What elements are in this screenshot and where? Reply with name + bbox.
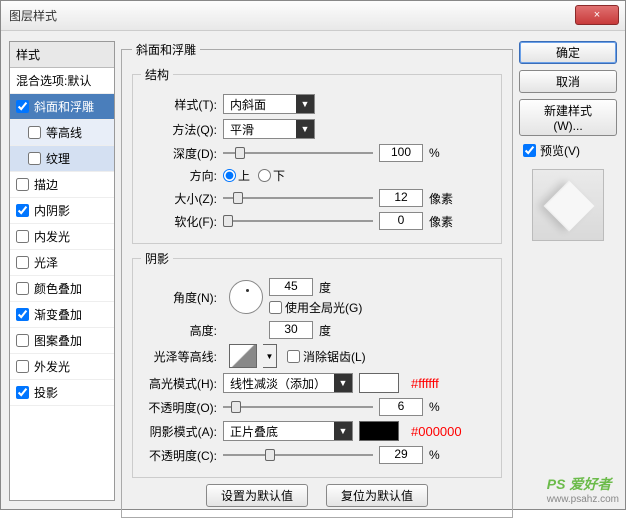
cancel-button[interactable]: 取消 (519, 70, 617, 93)
gloss-contour-picker[interactable] (229, 344, 257, 368)
antialias-checkbox[interactable]: 消除锯齿(L) (287, 348, 366, 365)
sidebar-item-label: 渐变叠加 (34, 306, 82, 323)
direction-up-radio[interactable]: 上 (223, 167, 250, 184)
direction-label: 方向: (141, 167, 223, 184)
soften-slider[interactable] (223, 214, 373, 228)
soften-input[interactable]: 0 (379, 212, 423, 230)
depth-input[interactable]: 100 (379, 144, 423, 162)
make-default-button[interactable]: 设置为默认值 (206, 484, 308, 507)
sidebar-item-label: 光泽 (34, 254, 58, 271)
sidebar-item-3[interactable]: 描边 (10, 172, 114, 198)
style-label: 样式(T): (141, 96, 223, 113)
preview-checkbox[interactable]: 预览(V) (519, 142, 617, 159)
sidebar-header: 样式 (10, 42, 114, 68)
highlight-color-swatch[interactable] (359, 373, 399, 393)
gloss-contour-label: 光泽等高线: (141, 348, 223, 365)
sidebar-item-5[interactable]: 内发光 (10, 224, 114, 250)
sidebar-item-label: 颜色叠加 (34, 280, 82, 297)
content: 样式 混合选项:默认 斜面和浮雕等高线纹理描边内阴影内发光光泽颜色叠加渐变叠加图… (1, 31, 625, 509)
reset-default-button[interactable]: 复位为默认值 (326, 484, 428, 507)
sidebar-item-0[interactable]: 斜面和浮雕 (10, 94, 114, 120)
sidebar-item-8[interactable]: 渐变叠加 (10, 302, 114, 328)
sidebar-item-label: 纹理 (46, 150, 70, 167)
shadow-color-swatch[interactable] (359, 421, 399, 441)
right-column: 确定 取消 新建样式(W)... 预览(V) (519, 41, 617, 501)
sidebar-item-11[interactable]: 投影 (10, 380, 114, 406)
highlight-mode-label: 高光模式(H): (141, 375, 223, 392)
highlight-opacity-slider[interactable] (223, 400, 373, 414)
window-title: 图层样式 (9, 7, 57, 24)
preview-thumbnail (532, 169, 604, 241)
styles-sidebar: 样式 混合选项:默认 斜面和浮雕等高线纹理描边内阴影内发光光泽颜色叠加渐变叠加图… (9, 41, 115, 501)
sidebar-item-2[interactable]: 纹理 (10, 146, 114, 172)
shading-title: 阴影 (141, 250, 173, 267)
chevron-down-icon: ▼ (296, 120, 314, 138)
shadow-opacity-slider[interactable] (223, 448, 373, 462)
shading-group: 阴影 角度(N): 45 度 使用全局光(G) (132, 250, 502, 478)
size-input[interactable]: 12 (379, 189, 423, 207)
sidebar-item-label: 斜面和浮雕 (34, 98, 94, 115)
highlight-opacity-label: 不透明度(O): (141, 399, 223, 416)
technique-label: 方法(Q): (141, 121, 223, 138)
close-button[interactable]: × (575, 5, 619, 25)
shadow-opacity-input[interactable]: 29 (379, 446, 423, 464)
shadow-color-annotation: #000000 (411, 424, 462, 439)
style-dropdown[interactable]: 内斜面 ▼ (223, 94, 315, 114)
size-label: 大小(Z): (141, 190, 223, 207)
sidebar-item-label: 投影 (34, 384, 58, 401)
shadow-opacity-label: 不透明度(C): (141, 447, 223, 464)
main-panel: 斜面和浮雕 结构 样式(T): 内斜面 ▼ 方法(Q): 平滑 (121, 41, 513, 501)
highlight-opacity-input[interactable]: 6 (379, 398, 423, 416)
angle-label: 角度(N): (141, 289, 223, 306)
use-global-light-checkbox[interactable]: 使用全局光(G) (269, 299, 362, 316)
altitude-label: 高度: (141, 322, 223, 339)
chevron-down-icon: ▼ (334, 422, 352, 440)
angle-dial[interactable] (229, 280, 263, 314)
sidebar-blend-options[interactable]: 混合选项:默认 (10, 68, 114, 94)
highlight-mode-dropdown[interactable]: 线性减淡（添加） ▼ (223, 373, 353, 393)
depth-label: 深度(D): (141, 145, 223, 162)
sidebar-item-6[interactable]: 光泽 (10, 250, 114, 276)
sidebar-item-label: 外发光 (34, 358, 70, 375)
direction-down-radio[interactable]: 下 (258, 167, 285, 184)
shadow-mode-label: 阴影模式(A): (141, 423, 223, 440)
sidebar-item-label: 内发光 (34, 228, 70, 245)
sidebar-item-9[interactable]: 图案叠加 (10, 328, 114, 354)
sidebar-item-10[interactable]: 外发光 (10, 354, 114, 380)
titlebar: 图层样式 × (1, 1, 625, 31)
angle-input[interactable]: 45 (269, 278, 313, 296)
structure-title: 结构 (141, 66, 173, 83)
structure-group: 结构 样式(T): 内斜面 ▼ 方法(Q): 平滑 ▼ (132, 66, 502, 244)
chevron-down-icon: ▼ (296, 95, 314, 113)
sidebar-item-4[interactable]: 内阴影 (10, 198, 114, 224)
ok-button[interactable]: 确定 (519, 41, 617, 64)
sidebar-item-label: 描边 (34, 176, 58, 193)
group-title: 斜面和浮雕 (132, 41, 200, 58)
sidebar-item-label: 图案叠加 (34, 332, 82, 349)
chevron-down-icon: ▼ (334, 374, 352, 392)
watermark: PS 爱好者 www.psahz.com (547, 474, 619, 505)
technique-dropdown[interactable]: 平滑 ▼ (223, 119, 315, 139)
shadow-mode-dropdown[interactable]: 正片叠底 ▼ (223, 421, 353, 441)
layer-style-dialog: 图层样式 × 样式 混合选项:默认 斜面和浮雕等高线纹理描边内阴影内发光光泽颜色… (0, 0, 626, 510)
sidebar-item-7[interactable]: 颜色叠加 (10, 276, 114, 302)
chevron-down-icon[interactable]: ▼ (263, 344, 277, 368)
sidebar-item-label: 等高线 (46, 124, 82, 141)
sidebar-item-label: 内阴影 (34, 202, 70, 219)
sidebar-item-1[interactable]: 等高线 (10, 120, 114, 146)
altitude-input[interactable]: 30 (269, 321, 313, 339)
bevel-emboss-group: 斜面和浮雕 结构 样式(T): 内斜面 ▼ 方法(Q): 平滑 (121, 41, 513, 518)
size-slider[interactable] (223, 191, 373, 205)
highlight-color-annotation: #ffffff (411, 376, 439, 391)
depth-slider[interactable] (223, 146, 373, 160)
soften-label: 软化(F): (141, 213, 223, 230)
new-style-button[interactable]: 新建样式(W)... (519, 99, 617, 136)
